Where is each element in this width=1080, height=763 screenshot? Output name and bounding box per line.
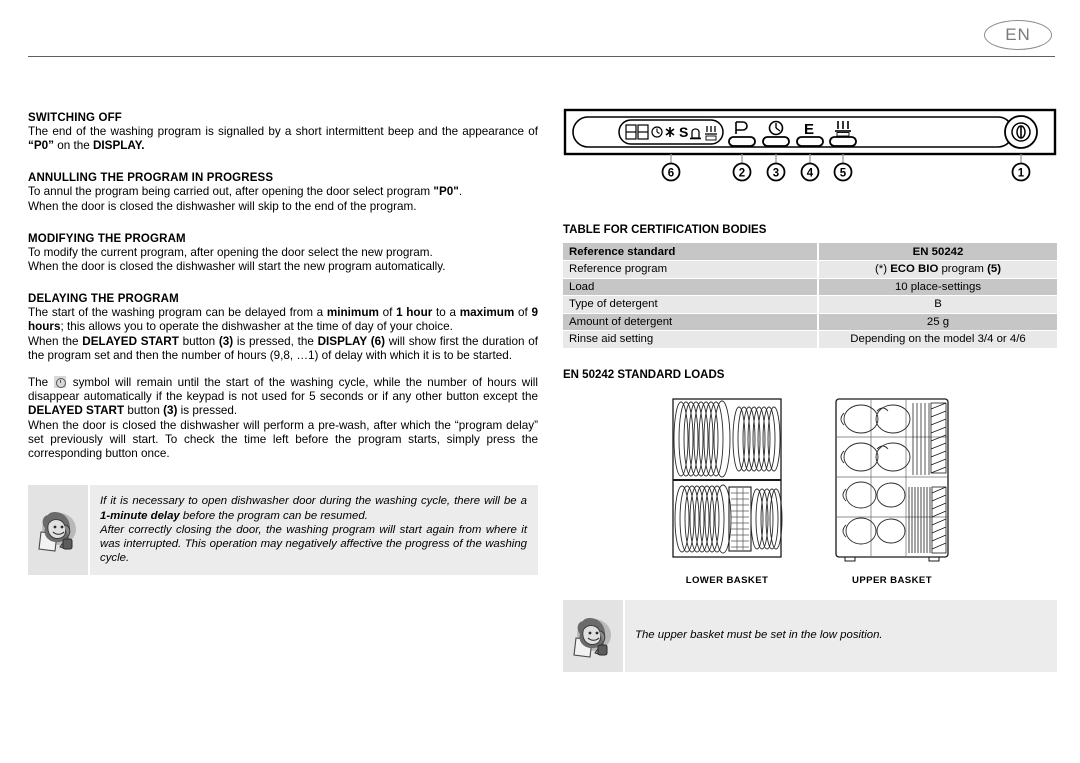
table-cell-label: Rinse aid setting [563, 330, 819, 349]
table-cell-label: Type of detergent [563, 295, 819, 314]
svg-text:1: 1 [1018, 168, 1025, 180]
table-cell-value: Depending on the model 3/4 or 4/6 [818, 330, 1057, 349]
certification-table: Reference standard EN 50242 Reference pr… [563, 243, 1057, 349]
table-row: Load 10 place-settings [563, 278, 1057, 296]
control-panel-diagram: S E 6 2 3 4 5 1 [563, 108, 1057, 186]
table-cell-value: 25 g [818, 313, 1057, 331]
table-cell-label: Load [563, 278, 819, 296]
section-paragraph: When the door is closed the dishwasher w… [28, 418, 538, 461]
upper-basket-caption: UPPER BASKET [852, 574, 932, 586]
certification-section: TABLE FOR CERTIFICATION BODIES Reference… [563, 224, 1057, 349]
section-title: ANNULLING THE PROGRAM IN PROGRESS [28, 172, 274, 185]
header-divider [28, 56, 1055, 57]
table-row: Reference program (*) ECO BIO program (5… [563, 260, 1057, 279]
note-text: If it is necessary to open dishwasher do… [100, 495, 527, 565]
table-cell-value: EN 50242 [818, 243, 1057, 261]
section-paragraph: When the door is closed the dishwasher w… [28, 199, 417, 213]
table-cell-value: (*) ECO BIO program (5) [818, 260, 1057, 279]
left-column: SWITCHING OFF The end of the washing pro… [28, 112, 538, 575]
table-row: Amount of detergent 25 g [563, 313, 1057, 331]
standard-loads-title: EN 50242 STANDARD LOADS [563, 368, 725, 381]
section-title: DELAYING THE PROGRAM [28, 293, 179, 306]
person-on-phone-icon [28, 485, 90, 575]
clock-icon [54, 376, 67, 389]
language-badge: EN [984, 20, 1052, 50]
svg-text:5: 5 [840, 168, 847, 180]
section-title: MODIFYING THE PROGRAM [28, 232, 186, 245]
table-row: Reference standard EN 50242 [563, 243, 1057, 261]
section-paragraph: To modify the current program, after ope… [28, 245, 433, 259]
section-paragraph: The start of the washing program can be … [28, 306, 538, 334]
right-column: S E 6 2 3 4 5 1 TABLE FOR CERTIFICATION … [563, 108, 1057, 672]
section-paragraph: To annul the program being carried out, … [28, 185, 463, 199]
section-modifying-program: MODIFYING THE PROGRAM To modify the curr… [28, 233, 538, 274]
table-row: Rinse aid setting Depending on the model… [563, 330, 1057, 349]
manual-page: EN SWITCHING OFF The end of the washing … [0, 0, 1080, 763]
upper-basket-figure: UPPER BASKET [831, 395, 953, 586]
section-annulling-program: ANNULLING THE PROGRAM IN PROGRESS To ann… [28, 172, 538, 213]
note-text: The upper basket must be set in the low … [635, 629, 883, 642]
table-cell-label: Amount of detergent [563, 313, 819, 331]
power-button [1004, 115, 1038, 149]
note-box-upper-basket: The upper basket must be set in the low … [563, 599, 1057, 672]
section-paragraph: The end of the washing program is signal… [28, 125, 538, 153]
note-box-door-opening: If it is necessary to open dishwasher do… [28, 485, 538, 575]
lower-basket-caption: LOWER BASKET [685, 574, 769, 586]
svg-text:2: 2 [739, 168, 745, 180]
table-cell-label: Reference program [563, 260, 819, 279]
svg-text:E: E [804, 121, 814, 138]
table-cell-value: B [818, 295, 1057, 314]
section-paragraph: The symbol will remain until the start o… [28, 376, 538, 418]
svg-text:4: 4 [807, 168, 814, 180]
svg-text:6: 6 [668, 168, 674, 180]
upper-basket-illustration [835, 397, 949, 561]
svg-text:S: S [679, 124, 688, 140]
display-capsule: S [618, 119, 724, 145]
person-on-phone-icon [563, 599, 625, 672]
section-title: SWITCHING OFF [28, 112, 122, 124]
lower-basket-illustration [672, 397, 783, 558]
section-delaying-program: DELAYING THE PROGRAM The start of the wa… [28, 293, 538, 461]
section-switching-off: SWITCHING OFF The end of the washing pro… [28, 112, 538, 153]
lower-basket-figure: LOWER BASKET [667, 395, 787, 586]
language-badge-label: EN [1005, 25, 1031, 44]
table-cell-value: 10 place-settings [818, 278, 1057, 296]
table-row: Type of detergent B [563, 295, 1057, 314]
section-paragraph: When the door is closed the dishwasher w… [28, 260, 446, 274]
section-paragraph: When the DELAYED START button (3) is pre… [28, 334, 538, 362]
baskets-figures: LOWER BASKET UPPER BASKET [563, 395, 1057, 586]
svg-text:3: 3 [773, 168, 779, 180]
certification-title: TABLE FOR CERTIFICATION BODIES [563, 224, 767, 236]
table-cell-label: Reference standard [563, 243, 819, 261]
